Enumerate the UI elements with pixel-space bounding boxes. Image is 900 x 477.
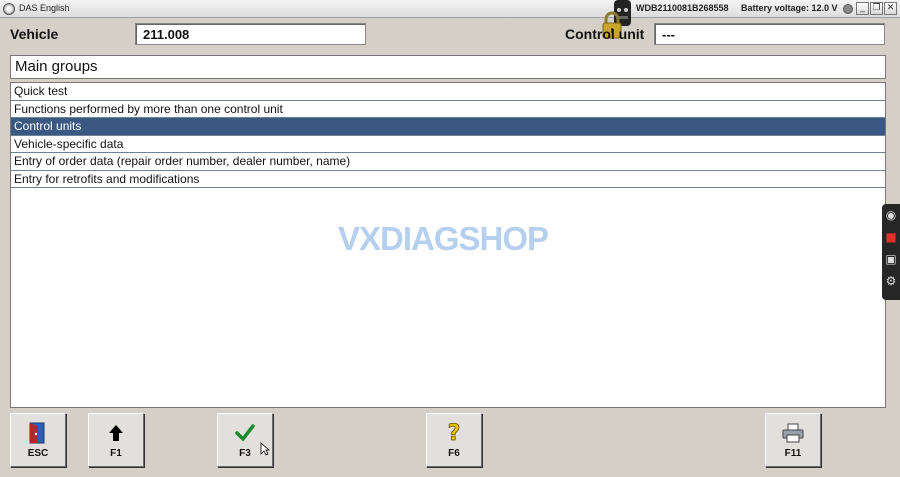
app-logo-icon	[3, 3, 15, 15]
control-unit-field: ---	[654, 23, 885, 45]
menu-item-multi-control-unit-functions[interactable]: Functions performed by more than one con…	[11, 101, 885, 118]
esc-label: ESC	[27, 448, 49, 459]
screen-recorder-sidebar: ◉ ■ ▣ ⚙	[882, 204, 900, 300]
exit-door-icon	[11, 418, 65, 448]
watermark: VXDIAGSHOP	[338, 220, 549, 257]
restore-button[interactable]: ❐	[870, 2, 883, 15]
info-icon[interactable]	[843, 4, 853, 14]
close-button[interactable]: ✕	[884, 2, 897, 15]
battery-voltage: Battery voltage: 12.0 V	[741, 3, 838, 13]
menu-item-vehicle-specific-data[interactable]: Vehicle-specific data	[11, 136, 885, 153]
arrow-up-icon	[89, 418, 143, 448]
printer-icon	[766, 418, 820, 448]
camera-icon[interactable]: ◉	[882, 204, 900, 226]
f1-button[interactable]: F1	[88, 413, 144, 467]
gear-icon[interactable]: ⚙	[882, 270, 900, 292]
menu-item-control-units[interactable]: Control units	[11, 118, 885, 136]
f11-label: F11	[784, 448, 802, 459]
menu-item-order-data-entry[interactable]: Entry of order data (repair order number…	[11, 153, 885, 171]
minimize-button[interactable]: _	[856, 2, 869, 15]
window-title: DAS English	[19, 3, 70, 13]
svg-text:?: ?	[448, 421, 461, 445]
f6-label: F6	[448, 448, 460, 459]
f6-button[interactable]: ? F6	[426, 413, 482, 467]
f11-button[interactable]: F11	[765, 413, 821, 467]
image-gallery-icon[interactable]: ▣	[882, 248, 900, 270]
title-bar: DAS English WDB2110081B268558 Battery vo…	[0, 0, 900, 18]
f3-button[interactable]: F3	[217, 413, 273, 467]
vehicle-label: Vehicle	[10, 26, 59, 42]
esc-button[interactable]: ESC	[10, 413, 66, 467]
control-unit-label: Control unit	[565, 26, 645, 42]
question-help-icon: ?	[427, 418, 481, 448]
section-title: Main groups	[10, 55, 886, 79]
menu-item-retrofits-modifications[interactable]: Entry for retrofits and modifications	[11, 171, 885, 188]
menu-item-quick-test[interactable]: Quick test	[11, 83, 885, 101]
vehicle-field: 211.008	[135, 23, 366, 45]
vin-display: WDB2110081B268558	[636, 3, 729, 13]
record-icon[interactable]: ■	[882, 226, 900, 248]
mouse-cursor-icon	[260, 442, 270, 456]
f1-label: F1	[110, 448, 122, 459]
